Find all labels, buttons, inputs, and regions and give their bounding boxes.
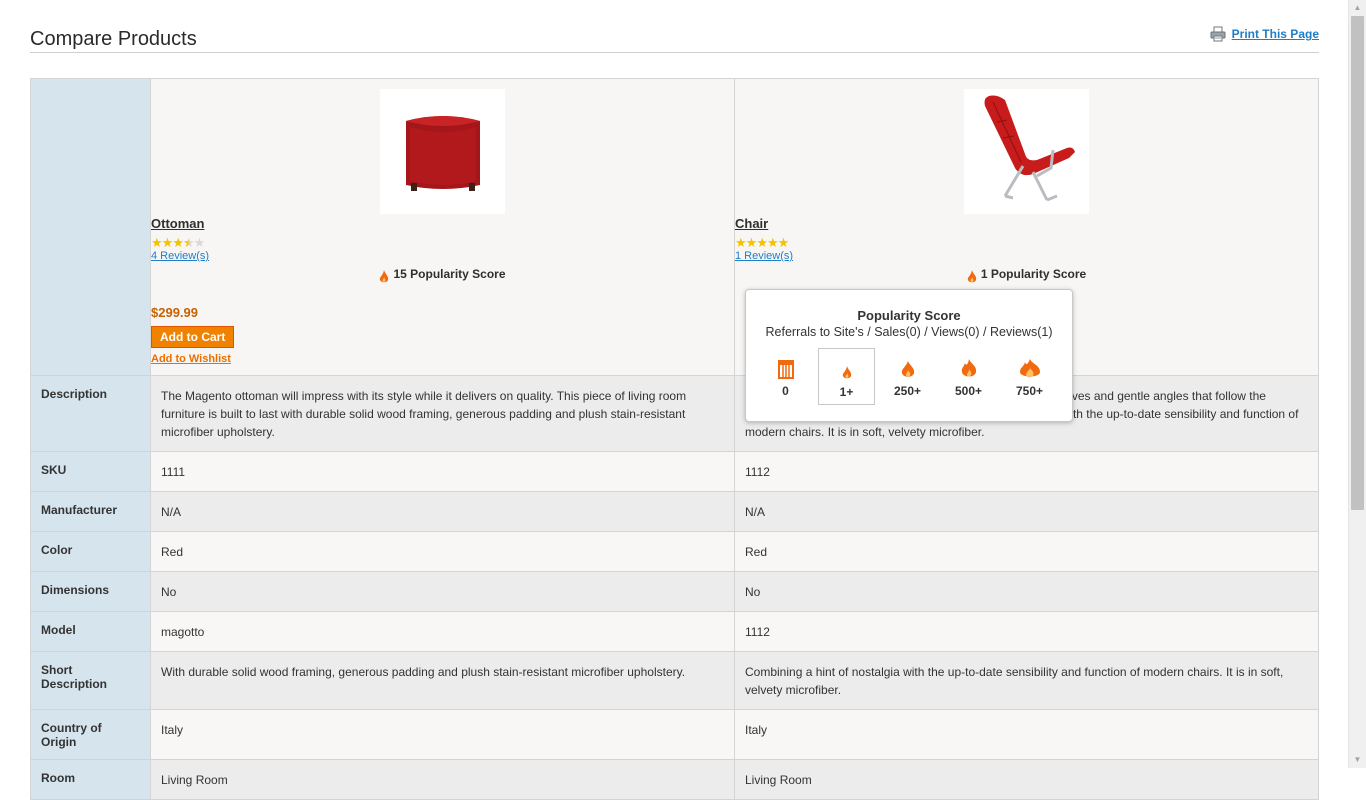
popup-subtitle: Referrals to Site's / Sales(0) / Views(0… (765, 325, 1053, 339)
tier-0: 0 (757, 348, 814, 405)
tier-label: 1+ (839, 385, 854, 399)
attribute-label: Model (30, 611, 151, 652)
star-icon: ★ (172, 235, 184, 250)
attribute-label: Manufacturer (30, 491, 151, 532)
attribute-value: Italy (150, 709, 735, 760)
attribute-row: Country of Origin Italy Italy (30, 709, 1319, 760)
attribute-row: SKU 1111 1112 (30, 451, 1319, 492)
tier-250-plus: 250+ (879, 348, 936, 405)
print-page-link[interactable]: Print This Page (1210, 26, 1319, 42)
attribute-value: Combining a hint of nostalgia with the u… (734, 651, 1319, 710)
attribute-row: Short Description With durable solid wood… (30, 651, 1319, 710)
vertical-scrollbar[interactable]: ▲ ▼ (1348, 0, 1366, 768)
attribute-row: Room Living Room Living Room (30, 759, 1319, 800)
attribute-label: SKU (30, 451, 151, 492)
star-empty-icon: ★ (193, 235, 206, 250)
tier-label: 0 (782, 384, 789, 398)
attribute-value: No (150, 571, 735, 612)
star-icon: ★ (766, 235, 779, 250)
attribute-label: Country of Origin (30, 709, 151, 760)
attribute-row: Dimensions No No (30, 571, 1319, 612)
attribute-value: N/A (150, 491, 735, 532)
attribute-value: 1112 (734, 451, 1319, 492)
star-icon: ★ (151, 235, 163, 250)
popup-title: Popularity Score (857, 308, 961, 323)
attribute-row: Color Red Red (30, 531, 1319, 572)
popularity-score: 15 Popularity Score (151, 264, 734, 284)
star-icon: ★ (745, 235, 758, 250)
popularity-score-text: 1 Popularity Score (980, 267, 1087, 281)
star-icon: ★ (756, 235, 768, 250)
popularity-tiers: 0 1+ 250+ 500+ 750+ (757, 348, 1062, 405)
tier-label: 750+ (1015, 384, 1044, 398)
tier-500-plus: 500+ (940, 348, 997, 405)
ash-bin-icon (777, 360, 794, 379)
large-flame-icon (961, 359, 976, 377)
flame-icon (380, 270, 389, 283)
attribute-label: Color (30, 531, 151, 572)
attribute-value: The Magento ottoman will impress with it… (150, 375, 735, 452)
tier-label: 500+ (954, 384, 983, 398)
attribute-value: Red (150, 531, 735, 572)
page-title: Compare Products (30, 28, 197, 50)
attribute-value: magotto (150, 611, 735, 652)
tier-750-plus: 750+ (1001, 348, 1058, 405)
attribute-value: No (734, 571, 1319, 612)
add-to-cart-button[interactable]: Add to Cart (151, 326, 235, 348)
star-icon: ★ (777, 235, 790, 250)
attribute-row: Description The Magento ottoman will impr… (30, 375, 1319, 452)
product-price: $299.99 (151, 305, 198, 320)
print-page-label[interactable]: Print This Page (1232, 27, 1319, 41)
attribute-value: N/A (734, 491, 1319, 532)
attribute-label: Dimensions (30, 571, 151, 612)
attribute-row: Manufacturer N/A N/A (30, 491, 1319, 532)
huge-flame-icon (1019, 359, 1040, 378)
popularity-score-text: 15 Popularity Score (393, 267, 506, 281)
half-star-icon: ★ (182, 235, 195, 250)
scroll-down-icon[interactable]: ▼ (1349, 752, 1366, 768)
attribute-value: Living Room (150, 759, 735, 800)
product-cell-ottoman: Ottoman ★★★★★ 4 Review(s) 15 Popularity … (150, 78, 735, 376)
star-icon: ★ (161, 235, 174, 250)
attribute-label: Room (30, 759, 151, 800)
attribute-value: Italy (734, 709, 1319, 760)
attribute-value: With durable solid wood framing, generou… (150, 651, 735, 710)
scroll-up-icon[interactable]: ▲ (1349, 0, 1366, 16)
attribute-label: Short Description (30, 651, 151, 710)
product-name-link[interactable]: Chair (735, 216, 1318, 231)
attribute-value: 1111 (150, 451, 735, 492)
star-icon: ★ (735, 235, 747, 250)
compare-table: Ottoman ★★★★★ 4 Review(s) 15 Popularity … (30, 78, 1319, 800)
add-to-wishlist-link[interactable]: Add to Wishlist (151, 353, 734, 365)
ottoman-image[interactable] (380, 89, 505, 214)
product-row-label (30, 78, 151, 376)
scroll-thumb[interactable] (1351, 16, 1364, 510)
rating-stars: ★★★★★ (151, 235, 734, 250)
medium-flame-icon (901, 361, 914, 377)
tier-1-plus: 1+ (818, 348, 875, 405)
popularity-score[interactable]: 1 Popularity Score (735, 264, 1318, 284)
rating-stars: ★★★★★ (735, 235, 1318, 250)
tier-label: 250+ (893, 384, 922, 398)
attribute-value: Red (734, 531, 1319, 572)
chair-image[interactable] (964, 89, 1089, 214)
attribute-value: Living Room (734, 759, 1319, 800)
attributes-body: Description The Magento ottoman will impr… (30, 375, 1319, 800)
reviews-link[interactable]: 4 Review(s) (151, 250, 734, 262)
product-name-link[interactable]: Ottoman (151, 216, 734, 231)
page-title-bar: Compare Products Print This Page (30, 26, 1319, 53)
attribute-value: 1112 (734, 611, 1319, 652)
popularity-score-popup: Popularity Score Referrals to Site's / S… (745, 289, 1073, 422)
attribute-row: Model magotto 1112 (30, 611, 1319, 652)
flame-icon (967, 270, 976, 283)
small-flame-icon (842, 366, 851, 379)
reviews-link[interactable]: 1 Review(s) (735, 250, 1318, 262)
printer-icon (1210, 26, 1226, 42)
product-row: Ottoman ★★★★★ 4 Review(s) 15 Popularity … (30, 78, 1319, 376)
attribute-label: Description (30, 375, 151, 452)
